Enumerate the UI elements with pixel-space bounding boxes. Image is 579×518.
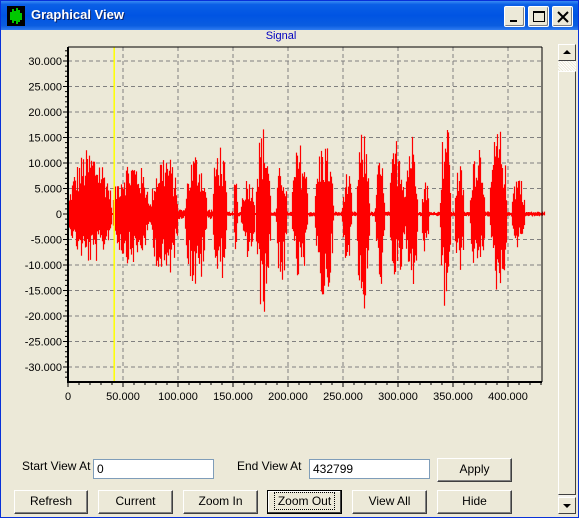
y-tick-label: -5.000 — [31, 235, 62, 247]
current-button[interactable]: Current — [98, 490, 173, 514]
x-tick-label: 350.000 — [433, 391, 473, 403]
apply-button[interactable]: Apply — [437, 458, 512, 482]
signal-waveform — [68, 129, 546, 312]
y-tick-label: 0 — [56, 209, 62, 221]
waveform-app-icon — [7, 6, 25, 26]
close-button[interactable] — [552, 6, 573, 27]
zoom-in-button-label: Zoom In — [198, 494, 243, 508]
y-tick-label: -25.000 — [25, 337, 62, 349]
x-tick-label: 250.000 — [323, 391, 363, 403]
zoom-out-button-label: Zoom Out — [273, 492, 336, 510]
scroll-down-button[interactable] — [558, 497, 576, 514]
maximize-button[interactable] — [528, 6, 549, 27]
apply-button-label: Apply — [459, 462, 490, 476]
signal-chart[interactable]: 30.000 25.000 20.000 15.000 10.000 5.000 0 -5.0… — [1, 41, 556, 421]
vertical-scrollbar[interactable] — [558, 44, 576, 514]
x-tick-label: 200.000 — [268, 391, 308, 403]
zoom-in-button[interactable]: Zoom In — [183, 490, 258, 514]
y-tick-label: 25.000 — [28, 82, 62, 94]
view-all-button-label: View All — [368, 494, 411, 508]
start-view-label: Start View At — [22, 459, 91, 473]
x-tick-label: 100.000 — [158, 391, 198, 403]
y-tick-label: 10.000 — [28, 158, 62, 170]
graphical-view-window: Graphical View Signal 30.000 25.000 20.000… — [0, 0, 579, 518]
x-tick-label: 400.000 — [488, 391, 528, 403]
current-button-label: Current — [115, 494, 156, 508]
title-bar[interactable]: Graphical View — [1, 1, 578, 30]
x-tick-label: 300.000 — [378, 391, 418, 403]
y-tick-label: -20.000 — [25, 311, 62, 323]
start-view-input[interactable] — [93, 459, 214, 479]
y-tick-label: -30.000 — [25, 362, 62, 374]
end-view-input[interactable] — [309, 459, 430, 479]
maximize-icon — [533, 11, 545, 22]
arrow-down-icon — [563, 504, 571, 508]
hide-button[interactable]: Hide — [437, 490, 512, 514]
y-tick-label: 15.000 — [28, 133, 62, 145]
x-tick-label: 0 — [65, 391, 71, 403]
close-icon — [557, 11, 569, 23]
scrollbar-thumb[interactable] — [558, 71, 576, 495]
y-tick-label: 5.000 — [34, 184, 62, 196]
zoom-out-button[interactable]: Zoom Out — [267, 490, 342, 514]
end-view-label: End View At — [237, 459, 302, 473]
scrollbar-track[interactable] — [558, 61, 576, 71]
scroll-up-button[interactable] — [558, 44, 576, 61]
y-tick-label: -10.000 — [25, 260, 62, 272]
minimize-icon — [510, 20, 517, 22]
minimize-button[interactable] — [504, 6, 525, 27]
x-tick-label: 150.000 — [213, 391, 253, 403]
window-title: Graphical View — [31, 7, 124, 22]
view-all-button[interactable]: View All — [352, 490, 427, 514]
hide-button-label: Hide — [462, 494, 487, 508]
refresh-button[interactable]: Refresh — [14, 490, 88, 514]
y-tick-label: 30.000 — [28, 56, 62, 68]
y-tick-label: 20.000 — [28, 107, 62, 119]
x-tick-label: 50.000 — [106, 391, 140, 403]
refresh-button-label: Refresh — [29, 494, 73, 508]
arrow-up-icon — [563, 50, 571, 54]
y-tick-label: -15.000 — [25, 286, 62, 298]
